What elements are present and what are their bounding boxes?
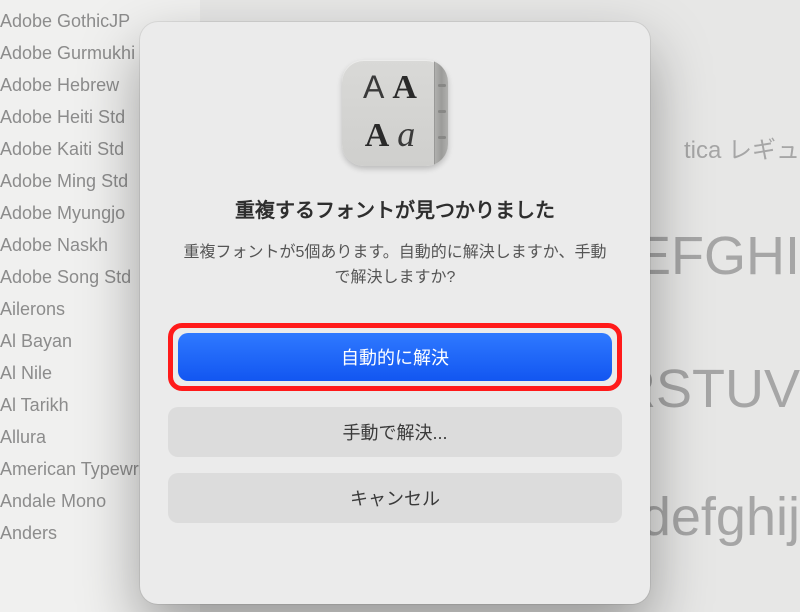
dialog-message: 重複フォントが5個あります。自動的に解決しますか、手動で解決しますか? <box>168 241 622 291</box>
cancel-button[interactable]: キャンセル <box>168 473 622 523</box>
duplicate-fonts-dialog: AA Aa 重複するフォントが見つかりました 重複フォントが5個あります。自動的… <box>140 22 650 604</box>
dialog-title: 重複するフォントが見つかりました <box>235 194 555 223</box>
preview-style-label: tica レギュ <box>684 130 800 165</box>
font-book-app-icon: AA Aa <box>342 60 448 166</box>
dialog-buttons: 自動的に解決 手動で解決... キャンセル <box>168 323 622 523</box>
resolve-manually-button[interactable]: 手動で解決... <box>168 407 622 457</box>
resolve-automatically-button[interactable]: 自動的に解決 <box>178 333 612 381</box>
preview-sample-text: EFGHI <box>635 225 800 287</box>
preview-sample-text: defghij <box>641 486 800 548</box>
primary-button-highlight: 自動的に解決 <box>168 323 622 391</box>
